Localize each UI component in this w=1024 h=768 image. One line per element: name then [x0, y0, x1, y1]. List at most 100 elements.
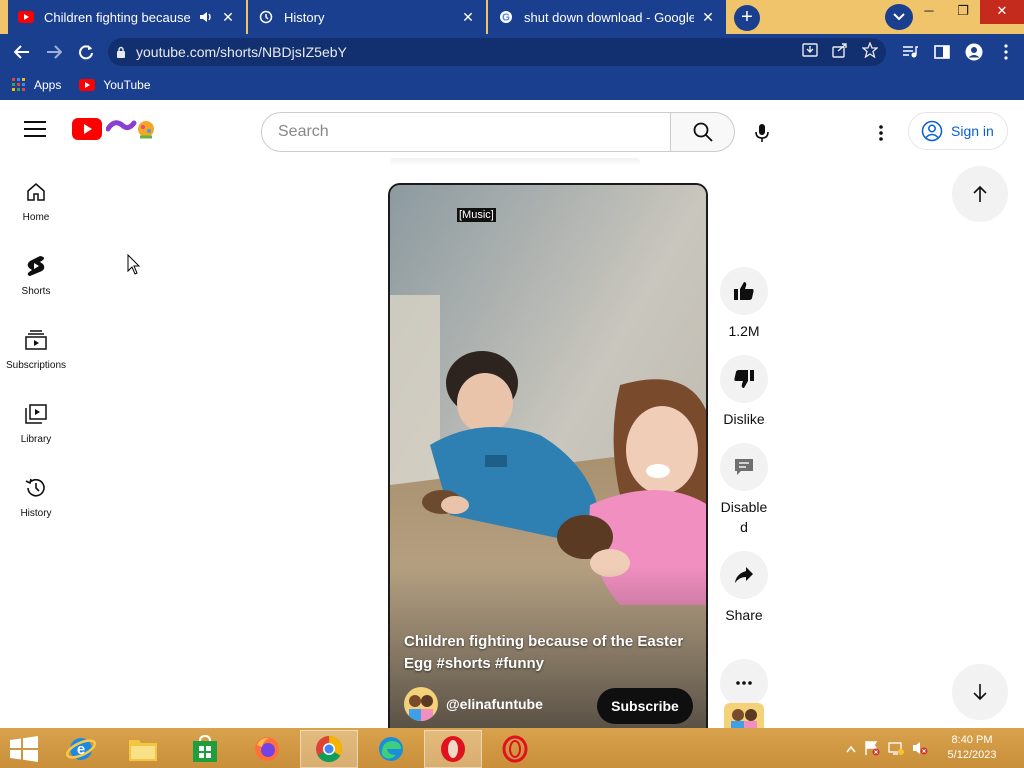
tab-search-button[interactable] [885, 4, 913, 30]
browser-menu-icon[interactable] [994, 40, 1018, 64]
bookmark-star-icon[interactable] [861, 40, 879, 63]
share-arrow-icon [735, 567, 753, 583]
next-short-button[interactable] [952, 664, 1008, 720]
guide-label: Library [20, 434, 52, 445]
comment-icon [735, 459, 753, 475]
taskbar-firefox[interactable] [238, 730, 296, 768]
search-button[interactable] [671, 112, 735, 152]
install-app-icon[interactable] [802, 42, 818, 63]
short-actions: 1.2M Dislike Disabled Share [718, 267, 770, 707]
taskbar-chrome[interactable] [300, 730, 358, 768]
tab-title: History [284, 9, 325, 25]
volume-muted-icon[interactable] [912, 740, 928, 761]
bookmark-apps[interactable]: Apps [12, 78, 61, 92]
minimize-button[interactable]: ─ [912, 0, 946, 24]
taskbar-clock[interactable]: 8:40 PM 5/12/2023 [940, 733, 1004, 763]
like-action: 1.2M [718, 267, 770, 355]
taskbar-opera[interactable] [424, 730, 482, 768]
clock-date: 5/12/2023 [947, 749, 997, 761]
reload-button[interactable] [70, 36, 102, 68]
search-icon [693, 122, 713, 142]
tab-close-icon[interactable]: ✕ [220, 9, 236, 25]
youtube-masthead: Search Sign in [0, 103, 1024, 159]
bookmarks-bar: Apps YouTube [0, 70, 1024, 100]
file-explorer-icon [129, 740, 157, 761]
taskbar-store[interactable] [176, 730, 234, 768]
taskbar-file-explorer[interactable] [114, 730, 172, 768]
network-icon[interactable] [888, 740, 904, 761]
comments-button[interactable] [720, 443, 768, 491]
chrome-icon [316, 735, 342, 763]
speaker-icon[interactable] [198, 9, 214, 25]
channel-avatar[interactable] [404, 687, 438, 721]
tab-google-search[interactable]: G shut down download - Google Se ✕ [488, 0, 726, 34]
channel-thumbnail[interactable] [724, 703, 764, 729]
tab-close-icon[interactable]: ✕ [460, 9, 476, 25]
mini-guide: Home Shorts Subscriptions Library Histor… [0, 170, 72, 540]
bookmark-label: YouTube [103, 78, 151, 92]
mouse-cursor-icon [127, 254, 141, 275]
settings-menu-button[interactable] [870, 119, 892, 147]
subscribe-button[interactable]: Subscribe [597, 688, 693, 724]
back-button[interactable] [6, 36, 38, 68]
tab-youtube-short[interactable]: Children fighting because of ✕ [8, 0, 246, 34]
short-title[interactable]: Children fighting because of the Easter … [404, 631, 694, 675]
guide-label: Home [22, 212, 50, 223]
tab-title: Children fighting because of [44, 9, 194, 25]
side-panel-icon[interactable] [930, 40, 954, 64]
back-arrow-icon [14, 45, 29, 59]
browser-toolbar: youtube.com/shorts/NBDjsIZ5ebY [0, 34, 1024, 70]
bookmark-youtube[interactable]: YouTube [79, 78, 151, 92]
svg-text:G: G [502, 13, 510, 24]
window-close-button[interactable]: ✕ [980, 0, 1024, 24]
sign-in-button[interactable]: Sign in [908, 112, 1008, 150]
youtube-logo[interactable] [72, 117, 158, 141]
more-action [718, 659, 770, 707]
tray-expand-icon[interactable] [846, 740, 856, 761]
more-options-button[interactable] [720, 659, 768, 707]
guide-item-home[interactable]: Home [0, 170, 72, 244]
voice-search-button[interactable] [748, 119, 776, 147]
like-count: 1.2M [728, 323, 760, 339]
previous-short-button[interactable] [952, 166, 1008, 222]
media-control-icon[interactable] [898, 40, 922, 64]
guide-item-library[interactable]: Library [0, 392, 72, 466]
taskbar-opera-gx[interactable] [486, 730, 544, 768]
like-button[interactable] [720, 267, 768, 315]
dislike-button[interactable] [720, 355, 768, 403]
profile-icon[interactable] [962, 40, 986, 64]
menu-hamburger-icon[interactable] [24, 121, 46, 139]
forward-arrow-icon [47, 45, 62, 59]
comments-action: Disabled [718, 443, 770, 551]
window-controls: ─ ❐ ✕ [912, 0, 1024, 34]
address-bar[interactable]: youtube.com/shorts/NBDjsIZ5ebY [108, 38, 886, 66]
firefox-icon [255, 737, 279, 761]
youtube-logo-icon [72, 118, 102, 140]
guide-item-shorts[interactable]: Shorts [0, 244, 72, 318]
windows-start-icon[interactable] [10, 736, 38, 762]
share-page-icon[interactable] [832, 42, 848, 63]
guide-item-subscriptions[interactable]: Subscriptions [0, 318, 72, 392]
search-input[interactable]: Search [261, 112, 671, 152]
tab-close-icon[interactable]: ✕ [700, 9, 716, 25]
new-tab-button[interactable]: + [734, 5, 760, 31]
forward-button[interactable] [38, 36, 70, 68]
svg-text:e: e [77, 741, 85, 758]
tab-history[interactable]: History ✕ [248, 0, 486, 34]
subscriptions-icon [24, 328, 48, 352]
taskbar-edge[interactable] [362, 730, 420, 768]
shorts-icon [24, 254, 48, 278]
sign-in-label: Sign in [951, 123, 994, 139]
guide-item-history[interactable]: History [0, 466, 72, 540]
system-tray [846, 740, 928, 761]
taskbar-internet-explorer[interactable]: e [52, 730, 110, 768]
shorts-video-player[interactable]: [Music] Children fighting because of the… [388, 183, 708, 728]
restore-button[interactable]: ❐ [946, 0, 980, 24]
channel-info[interactable]: @elinafuntube [404, 687, 543, 721]
share-button[interactable] [720, 551, 768, 599]
arrow-up-icon [973, 185, 987, 202]
action-center-flag-icon[interactable] [864, 740, 880, 761]
channel-name[interactable]: @elinafuntube [446, 696, 543, 712]
dislike-action: Dislike [718, 355, 770, 443]
home-icon [24, 180, 48, 204]
